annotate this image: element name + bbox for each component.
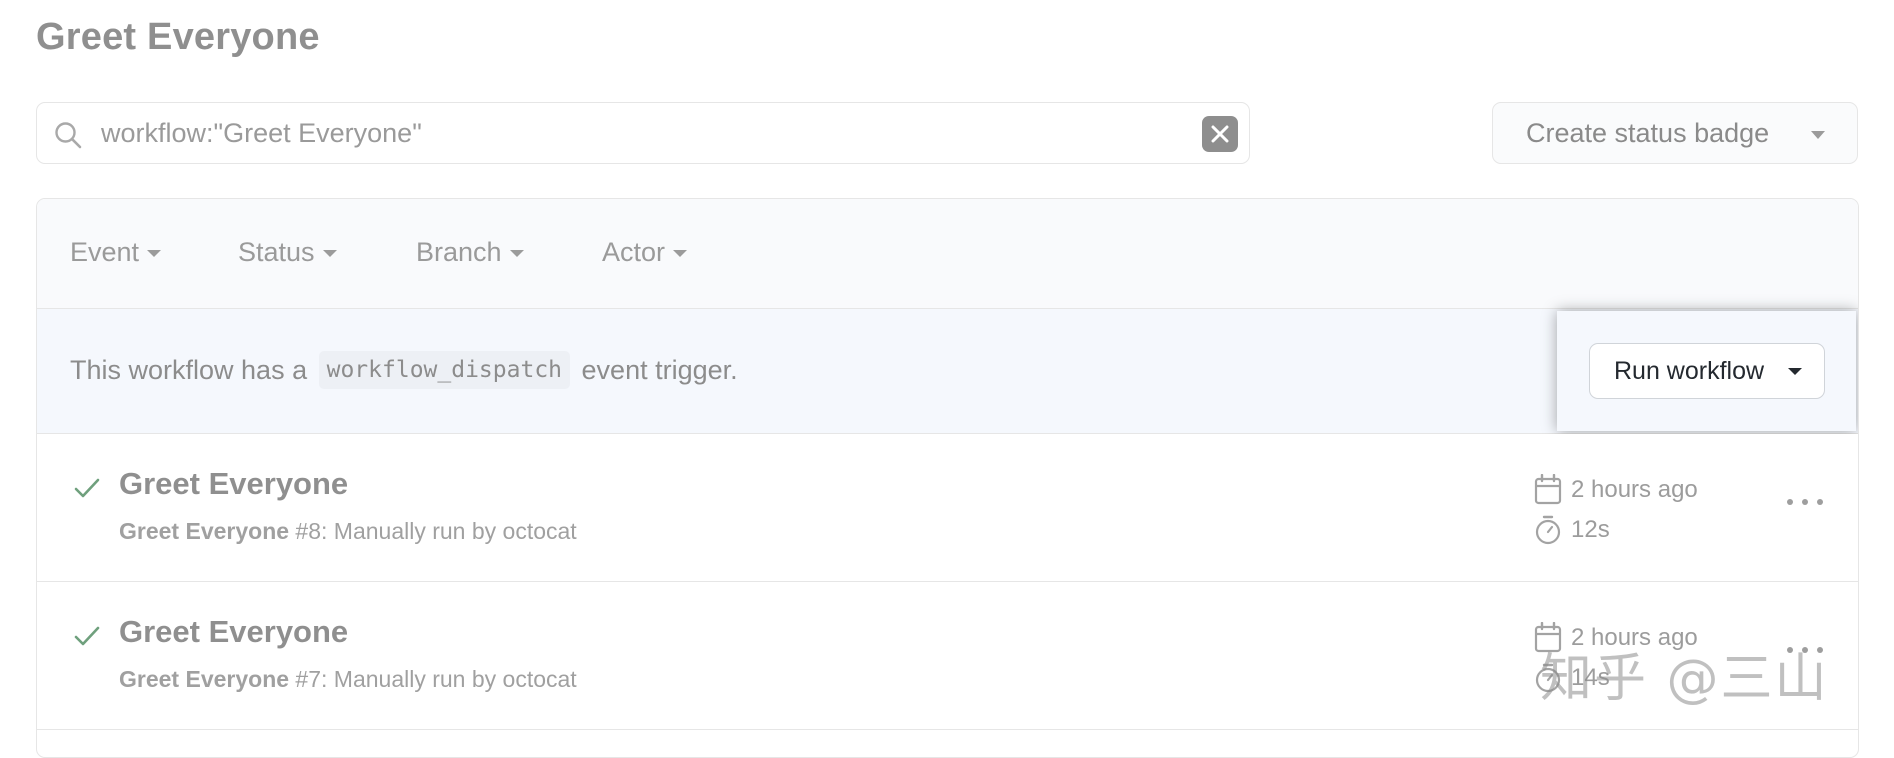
workflow-run-row[interactable]: Greet Everyone Greet Everyone #8: Manual… <box>37 434 1858 582</box>
search-icon <box>53 120 83 150</box>
run-workflow-name: Greet Everyone <box>119 666 290 692</box>
run-detail: #8: Manually run by octocat <box>295 518 577 544</box>
chevron-down-icon <box>673 250 688 257</box>
filter-actor-label: Actor <box>602 237 666 267</box>
clear-search-button[interactable] <box>1202 116 1238 152</box>
watermark-text: 知乎 @三山 <box>1540 649 1829 709</box>
search-input[interactable] <box>101 111 1169 155</box>
run-workflow-name: Greet Everyone <box>119 518 290 544</box>
run-duration-text: 12s <box>1571 516 1610 543</box>
filter-actor[interactable]: Actor <box>602 237 688 271</box>
run-title-link[interactable]: Greet Everyone <box>119 614 348 650</box>
filter-status-label: Status <box>238 237 315 267</box>
filter-branch-label: Branch <box>416 237 502 267</box>
filter-bar: Event Status Branch Actor <box>37 199 1858 309</box>
trigger-event-code: workflow_dispatch <box>318 351 571 389</box>
check-icon <box>74 626 100 646</box>
run-workflow-button[interactable]: Run workflow <box>1589 343 1825 399</box>
run-title-link[interactable]: Greet Everyone <box>119 466 348 502</box>
page-title: Greet Everyone <box>36 16 320 58</box>
search-bar <box>36 102 1250 164</box>
check-icon <box>74 478 100 498</box>
create-status-badge-button[interactable]: Create status badge <box>1492 102 1858 164</box>
run-subtitle: Greet Everyone #7: Manually run by octoc… <box>119 666 577 693</box>
filter-event[interactable]: Event <box>70 237 162 271</box>
filter-branch[interactable]: Branch <box>416 237 524 271</box>
run-detail: #7: Manually run by octocat <box>295 666 577 692</box>
chevron-down-icon <box>322 250 337 257</box>
run-workflow-label: Run workflow <box>1614 357 1765 385</box>
chevron-down-icon <box>1788 368 1802 375</box>
trigger-text-before: This workflow has a <box>70 355 308 385</box>
filter-status[interactable]: Status <box>238 237 337 271</box>
run-subtitle: Greet Everyone #8: Manually run by octoc… <box>119 518 577 545</box>
run-workflow-highlight: Run workflow <box>1557 311 1856 431</box>
run-date: 2 hours ago <box>1533 474 1733 508</box>
trigger-text-after: event trigger. <box>581 355 738 385</box>
kebab-horizontal-icon[interactable] <box>1783 490 1827 514</box>
clear-icon <box>1211 125 1229 143</box>
create-status-badge-label: Create status badge <box>1526 118 1770 148</box>
run-date-text: 2 hours ago <box>1571 476 1698 503</box>
chevron-down-icon <box>509 250 524 257</box>
filter-event-label: Event <box>70 237 140 267</box>
chevron-down-icon <box>1811 131 1825 139</box>
trigger-message: This workflow has a workflow_dispatch ev… <box>70 351 738 391</box>
chevron-down-icon <box>147 250 162 257</box>
calendar-icon <box>1534 474 1562 505</box>
run-duration: 12s <box>1533 514 1733 548</box>
stopwatch-icon <box>1535 515 1561 545</box>
